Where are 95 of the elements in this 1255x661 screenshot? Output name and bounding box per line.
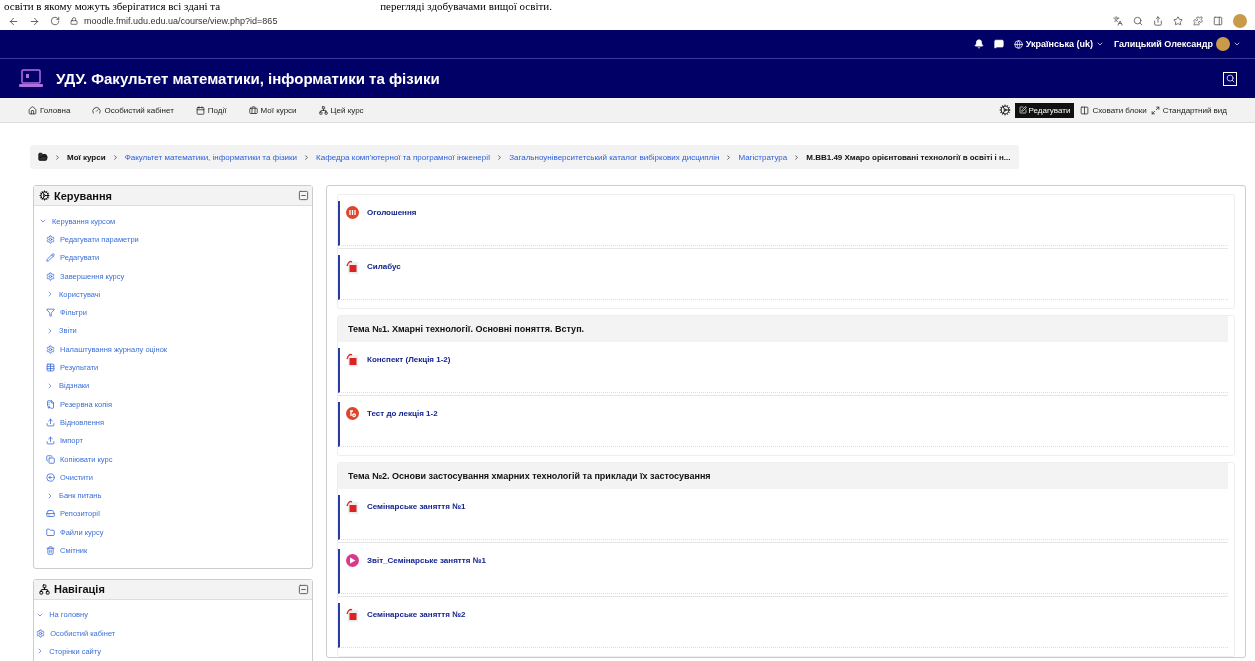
- edit-icon: [1018, 106, 1027, 114]
- gear-icon: [46, 234, 55, 244]
- nav-link[interactable]: Головна: [28, 105, 71, 115]
- back-icon[interactable]: [8, 15, 19, 27]
- activity-link[interactable]: Оголошення: [367, 206, 417, 217]
- nav-link[interactable]: Цей курс: [318, 105, 364, 115]
- search-icon[interactable]: [1133, 16, 1143, 26]
- folder-icon: [38, 152, 48, 162]
- pdf-file-icon: [346, 500, 359, 514]
- home-icon: [28, 105, 37, 115]
- forum-icon: [346, 206, 359, 219]
- forward-icon[interactable]: [29, 15, 40, 27]
- site-title: УДУ. Факультет математики, інформатики та фізики: [56, 70, 441, 87]
- activity-link[interactable]: Конспект (Лекція 1-2): [367, 353, 451, 364]
- chevron-right-icon[interactable]: [46, 491, 54, 500]
- search-icon: [1225, 74, 1235, 83]
- breadcrumb-link[interactable]: Факультет математики, інформатики та фізики: [124, 152, 298, 162]
- globe-icon: [1013, 39, 1023, 49]
- section-title: Тема №2. Основи застосування хмарних технологій та приклади їх застосування: [338, 463, 1228, 489]
- chevron-right-icon: [496, 153, 504, 161]
- edit-button[interactable]: Редагувати: [1014, 102, 1075, 118]
- chevron-right-icon: [793, 153, 801, 161]
- bell-icon[interactable]: [973, 39, 984, 49]
- quiz-icon: [346, 407, 359, 420]
- activity-link[interactable]: Тест до лекція 1-2: [367, 407, 438, 418]
- pdf-file-icon: [346, 608, 359, 622]
- gear-icon: [46, 271, 55, 281]
- avatar-icon[interactable]: [1233, 14, 1247, 28]
- pdf-file-icon: [346, 260, 359, 274]
- trash-icon: [46, 546, 55, 555]
- reload-icon[interactable]: [50, 16, 60, 26]
- translate-icon[interactable]: [1113, 16, 1123, 26]
- lock-icon: [70, 17, 78, 25]
- star-icon[interactable]: [1173, 16, 1183, 26]
- language-menu[interactable]: Українська (uk): [1013, 39, 1104, 49]
- folder-icon: [46, 527, 55, 537]
- drive-icon: [46, 509, 55, 519]
- gear-icon: [46, 344, 55, 354]
- columns-icon: [1080, 105, 1090, 115]
- caret-icon: [1096, 40, 1104, 48]
- panel-icon[interactable]: [1213, 16, 1223, 26]
- nav-link[interactable]: Мої курси: [248, 105, 297, 115]
- chevron-right-icon[interactable]: [46, 326, 54, 335]
- activity-link[interactable]: Силабус: [367, 260, 401, 271]
- archive-icon: [46, 399, 55, 409]
- pencil-icon: [46, 253, 55, 263]
- collapse-icon[interactable]: [298, 583, 309, 595]
- block-title: Керування: [54, 189, 113, 202]
- sitemap-icon: [39, 583, 50, 595]
- activity-link[interactable]: Семінарське заняття №2: [367, 608, 466, 619]
- assignment-icon: [346, 554, 359, 567]
- block-title: Навігація: [54, 583, 106, 596]
- hide-blocks-link[interactable]: Сховати блоки: [1080, 105, 1147, 115]
- chevron-right-icon: [725, 153, 733, 161]
- expand-icon: [1150, 105, 1160, 115]
- standard-view-link[interactable]: Стандартний вид: [1150, 105, 1227, 115]
- search-button[interactable]: [1223, 71, 1237, 86]
- copy-icon: [46, 454, 55, 464]
- briefcase-icon: [248, 105, 258, 115]
- pdf-file-icon: [346, 353, 359, 367]
- share-icon[interactable]: [1153, 16, 1163, 26]
- gears-icon: [39, 190, 50, 201]
- collapse-icon[interactable]: [298, 190, 309, 201]
- chevron-right-icon[interactable]: [46, 290, 54, 299]
- arrow-left-icon: [46, 472, 55, 482]
- chevron-right-icon: [303, 153, 311, 161]
- document-text: перегляді здобувачами вищої освіти.: [380, 0, 552, 12]
- chevron-right-icon: [54, 153, 61, 161]
- user-menu[interactable]: Галицький Олександр: [1114, 37, 1241, 51]
- chevron-right-icon: [111, 153, 119, 161]
- laptop-logo-icon: [18, 68, 44, 89]
- breadcrumb-link[interactable]: Магістратура: [738, 152, 788, 162]
- upload-icon: [46, 417, 55, 427]
- nav-link[interactable]: Події: [195, 105, 227, 115]
- breadcrumb-text: Мої курси: [67, 152, 106, 162]
- settings-icon[interactable]: [998, 104, 1011, 116]
- sitemap-icon: [318, 105, 328, 115]
- document-text: освіти в якому можуть зберігатися всі здані та: [4, 0, 221, 12]
- puzzle-icon[interactable]: [1193, 16, 1203, 26]
- activity-link[interactable]: Семінарське заняття №1: [367, 500, 466, 511]
- breadcrumb-link[interactable]: Загальноуніверситетський каталог вибіркових дисциплін: [509, 152, 720, 162]
- filter-icon: [46, 308, 55, 318]
- chevron-right-icon[interactable]: [46, 381, 54, 390]
- caret-icon: [1233, 40, 1241, 48]
- activity-link[interactable]: Звіт_Семінарське заняття №1: [367, 554, 486, 565]
- address-bar[interactable]: moodle.fmif.udu.edu.ua/course/view.php?id=865: [84, 16, 278, 26]
- calendar-icon: [195, 105, 205, 115]
- upload-icon: [46, 436, 55, 446]
- avatar-icon: [1216, 37, 1230, 51]
- breadcrumb-text: М.ВВ1.49 Хмаро орієнтовані технології в освіті і н...: [806, 152, 1011, 162]
- section-title: Тема №1. Хмарні технології. Основні поняття. Вступ.: [338, 316, 1228, 342]
- chat-icon[interactable]: [993, 39, 1004, 49]
- nav-link[interactable]: Особистий кабінет: [92, 105, 174, 115]
- table-icon: [46, 363, 55, 372]
- breadcrumb-link[interactable]: Кафедра комп'ютерної та програмної інженерії: [316, 152, 491, 162]
